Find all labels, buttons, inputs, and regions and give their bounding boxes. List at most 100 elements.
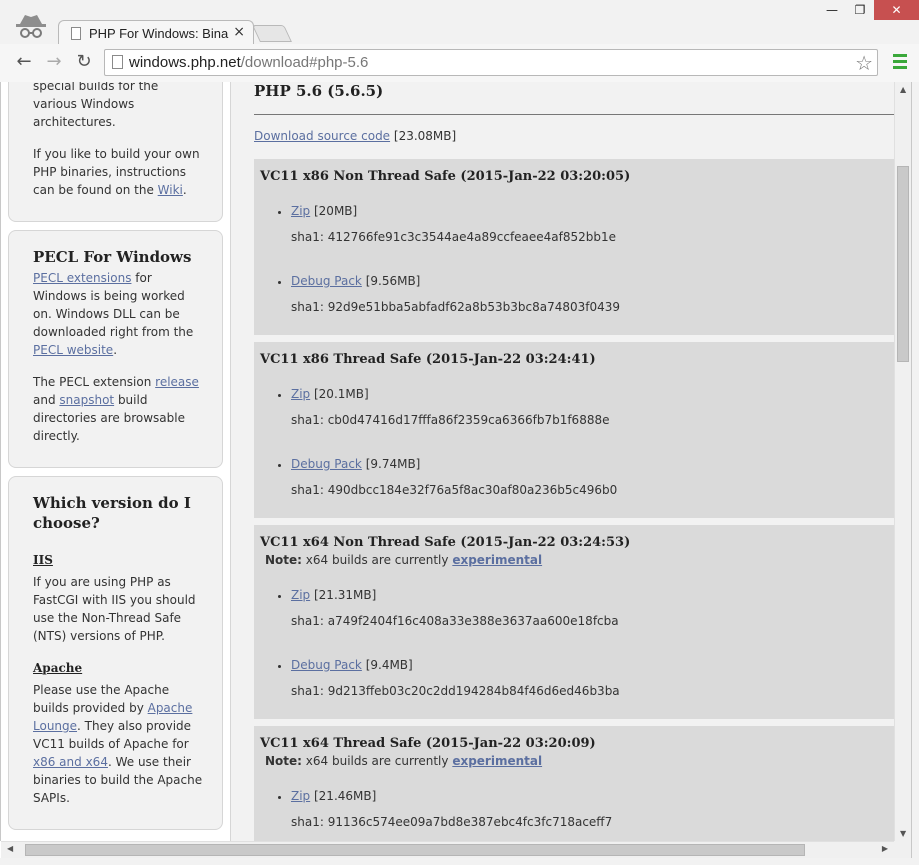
- experimental-link[interactable]: experimental: [452, 754, 542, 768]
- scroll-up-icon[interactable]: ▲: [900, 85, 906, 94]
- window-controls: — ❐ ✕: [818, 0, 919, 22]
- close-window-button[interactable]: ✕: [874, 0, 919, 20]
- vertical-scrollbar[interactable]: ▲ ▼: [894, 82, 911, 841]
- url-text[interactable]: windows.php.net/download#php-5.6: [129, 54, 368, 71]
- pecl-dirs-text: The PECL extension release and snapshot …: [33, 375, 199, 443]
- zip-size: [20.1MB]: [310, 387, 369, 401]
- build-title: VC11 x64 Non Thread Safe (2015-Jan-22 03…: [260, 535, 631, 550]
- sha1-text: sha1: cb0d47416d17fffa86f2359ca6366fb7b1…: [291, 413, 610, 427]
- horizontal-scrollbar[interactable]: ◀ ▶: [1, 841, 894, 858]
- tab-title: PHP For Windows: Binaries and sources Re…: [89, 26, 229, 41]
- page-icon: [112, 55, 123, 69]
- sha1-text: sha1: 92d9e51bba5abfadf62a8b53b3bc8a7480…: [291, 300, 621, 314]
- release-link[interactable]: release: [155, 375, 199, 389]
- sidebar: special builds for the various Windows a…: [8, 82, 223, 838]
- zip-link[interactable]: Zip: [291, 588, 310, 602]
- new-tab-button[interactable]: [252, 25, 292, 42]
- bookmark-star-icon[interactable]: ☆: [855, 51, 873, 75]
- build-files: Zip [21.31MB] sha1: a749f2404f16c408a33e3…: [291, 586, 890, 700]
- page-viewport: special builds for the various Windows a…: [0, 82, 919, 841]
- close-tab-icon[interactable]: ×: [233, 24, 245, 40]
- scroll-corner: [894, 841, 911, 858]
- build-box: VC11 x86 Thread Safe (2015-Jan-22 03:24:…: [254, 342, 896, 518]
- zip-size: [20MB]: [310, 204, 358, 218]
- vertical-scroll-thumb[interactable]: [897, 166, 909, 362]
- main-content: PHP 5.6 (5.6.5) Download source code [23…: [230, 82, 896, 841]
- page-title: PHP 5.6 (5.6.5): [254, 82, 384, 100]
- zip-link[interactable]: Zip: [291, 204, 310, 218]
- address-bar[interactable]: windows.php.net/download#php-5.6 ☆: [104, 49, 878, 76]
- x64-note: Note: x64 builds are currently experimen…: [265, 553, 543, 567]
- source-size: [23.08MB]: [390, 129, 457, 143]
- build-files: Zip [21.46MB] sha1: 91136c574ee09a7bd8e38…: [291, 787, 890, 831]
- pecl-heading: PECL For Windows: [33, 248, 192, 266]
- url-path: /download#php-5.6: [240, 54, 369, 71]
- debug-pack-link[interactable]: Debug Pack: [291, 274, 362, 288]
- build-title: VC11 x64 Thread Safe (2015-Jan-22 03:20:…: [260, 736, 596, 751]
- forward-button[interactable]: →: [42, 51, 66, 73]
- minimize-button[interactable]: —: [818, 0, 846, 20]
- zip-size: [21.46MB]: [310, 789, 377, 803]
- build-title: VC11 x86 Non Thread Safe (2015-Jan-22 03…: [260, 169, 631, 184]
- browser-tab[interactable]: PHP For Windows: Binaries and sources Re…: [58, 20, 254, 46]
- scroll-down-icon[interactable]: ▼: [900, 829, 906, 838]
- sha1-text: sha1: 412766fe91c3c3544ae4a89ccfeaee4af8…: [291, 230, 617, 244]
- browser-toolbar: ← → ↻ windows.php.net/download#php-5.6 ☆: [0, 44, 919, 82]
- sha1-text: sha1: 91136c574ee09a7bd8e387ebc4fc3fc718…: [291, 815, 613, 829]
- source-download: Download source code [23.08MB]: [254, 129, 456, 143]
- pecl-extensions-link[interactable]: PECL extensions: [33, 271, 131, 285]
- zip-link[interactable]: Zip: [291, 789, 310, 803]
- list-item: Debug Pack [9.4MB] sha1: 9d213ffeb03c20c2…: [291, 656, 890, 700]
- x86-x64-link[interactable]: x86 and x64: [33, 755, 108, 769]
- debug-size: [9.74MB]: [361, 457, 421, 471]
- scroll-right-icon[interactable]: ▶: [882, 844, 888, 853]
- maximize-button[interactable]: ❐: [846, 0, 874, 20]
- pecl-website-link[interactable]: PECL website: [33, 343, 113, 357]
- intro-text: special builds for the various Windows a…: [33, 82, 159, 129]
- pecl-box: PECL For Windows PECL extensions for Win…: [8, 230, 223, 468]
- zip-link[interactable]: Zip: [291, 387, 310, 401]
- which-version-box: Which version do I choose? IIS If you ar…: [8, 476, 223, 830]
- sha1-text: sha1: 490dbcc184e32f76a5f8ac30af80a236b5…: [291, 483, 618, 497]
- menu-icon[interactable]: [893, 54, 907, 70]
- incognito-icon: [16, 15, 46, 38]
- url-host: windows.php.net: [129, 54, 241, 71]
- debug-pack-link[interactable]: Debug Pack: [291, 658, 362, 672]
- build-box: VC11 x86 Non Thread Safe (2015-Jan-22 03…: [254, 159, 896, 335]
- list-item: Zip [20MB] sha1: 412766fe91c3c3544ae4a89c…: [291, 202, 890, 246]
- list-item: Zip [21.46MB] sha1: 91136c574ee09a7bd8e38…: [291, 787, 890, 831]
- download-source-link[interactable]: Download source code: [254, 129, 390, 143]
- snapshot-link[interactable]: snapshot: [59, 393, 114, 407]
- reload-button[interactable]: ↻: [72, 51, 96, 73]
- list-item: Debug Pack [9.56MB] sha1: 92d9e51bba5abfa…: [291, 272, 890, 316]
- build-box: VC11 x64 Non Thread Safe (2015-Jan-22 03…: [254, 525, 896, 719]
- experimental-link[interactable]: experimental: [452, 553, 542, 567]
- apache-heading: Apache: [33, 661, 83, 675]
- zip-size: [21.31MB]: [310, 588, 377, 602]
- horizontal-scroll-thumb[interactable]: [25, 844, 805, 856]
- debug-size: [9.4MB]: [361, 658, 413, 672]
- sidebar-intro-box: special builds for the various Windows a…: [8, 82, 223, 222]
- build-box: VC11 x64 Thread Safe (2015-Jan-22 03:20:…: [254, 726, 896, 841]
- title-bar: PHP For Windows: Binaries and sources Re…: [0, 0, 919, 46]
- build-files: Zip [20MB] sha1: 412766fe91c3c3544ae4a89c…: [291, 202, 890, 316]
- debug-pack-link[interactable]: Debug Pack: [291, 457, 362, 471]
- back-button[interactable]: ←: [12, 51, 36, 73]
- wiki-link[interactable]: Wiki: [158, 183, 183, 197]
- build-title: VC11 x86 Thread Safe (2015-Jan-22 03:24:…: [260, 352, 596, 367]
- iis-text: If you are using PHP as FastCGI with IIS…: [33, 575, 196, 643]
- pecl-text: PECL extensions for Windows is being wor…: [33, 271, 194, 357]
- sha1-text: sha1: 9d213ffeb03c20c2dd194284b84f46d6ed…: [291, 684, 620, 698]
- apache-text: Please use the Apache builds provided by…: [33, 683, 203, 805]
- list-item: Debug Pack [9.74MB] sha1: 490dbcc184e32f7…: [291, 455, 890, 499]
- list-item: Zip [20.1MB] sha1: cb0d47416d17fffa86f235…: [291, 385, 890, 429]
- iis-heading: IIS: [33, 553, 53, 567]
- scroll-left-icon[interactable]: ◀: [7, 844, 13, 853]
- x64-note: Note: x64 builds are currently experimen…: [265, 754, 543, 768]
- sha1-text: sha1: a749f2404f16c408a33e388e3637aa600e…: [291, 614, 619, 628]
- list-item: Zip [21.31MB] sha1: a749f2404f16c408a33e3…: [291, 586, 890, 630]
- build-files: Zip [20.1MB] sha1: cb0d47416d17fffa86f235…: [291, 385, 890, 499]
- window-frame-bottom: [0, 858, 919, 865]
- title-divider: [254, 114, 894, 115]
- page-icon: [71, 27, 81, 40]
